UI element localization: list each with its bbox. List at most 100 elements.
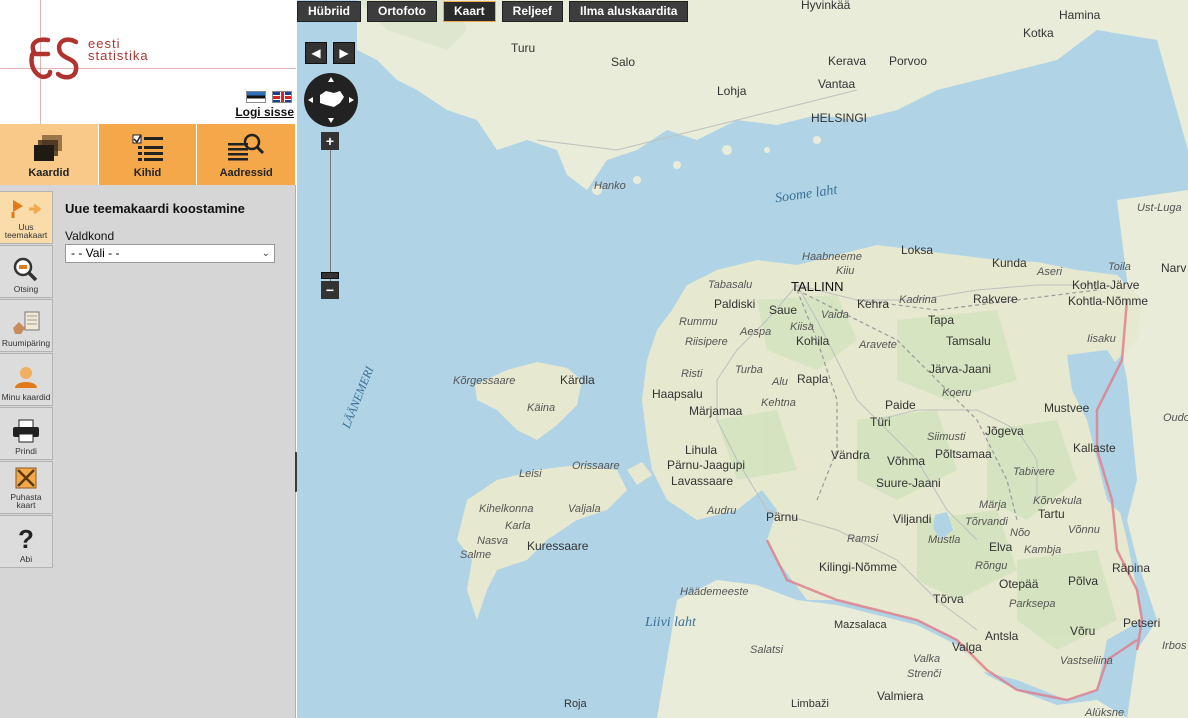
zoom-slider-thumb[interactable]: [321, 272, 339, 279]
tool-label: Puhasta kaart: [10, 492, 42, 510]
tool-search[interactable]: Otsing: [0, 245, 53, 298]
user-maps-icon: [15, 367, 37, 388]
map-label: Räpina: [1112, 561, 1151, 575]
map-label: Tamsalu: [946, 334, 991, 348]
history-back-button[interactable]: ◀: [305, 42, 327, 64]
layer-button-map[interactable]: Kaart: [442, 1, 496, 22]
map-label: Turba: [735, 364, 763, 376]
map-label: Rummu: [679, 316, 718, 328]
map-label: Alūksne: [1085, 707, 1125, 718]
map-label: Elva: [989, 540, 1013, 554]
map-label: Saue: [769, 303, 798, 317]
layer-button-relief[interactable]: Reljeef: [501, 1, 564, 22]
map-label: Otepää: [999, 577, 1039, 591]
map-label: Tartu: [1038, 507, 1065, 521]
map-label: Valka: [913, 653, 941, 665]
map-label: Põlva: [1068, 574, 1099, 588]
tab-kaardid[interactable]: Kaardid: [0, 124, 99, 185]
tool-label: Abi: [19, 554, 33, 564]
tool-label: Prindi: [15, 446, 37, 456]
basemap-switcher: Hübriid Ortofoto Kaart Reljeef Ilma alus…: [297, 1, 689, 22]
map-label: Strenči: [907, 668, 942, 680]
pan-compass[interactable]: [304, 73, 358, 127]
clear-map-icon: [15, 467, 37, 489]
map-label: Salo: [611, 55, 636, 69]
valdkond-select[interactable]: - - Vali - - ⌄: [65, 244, 275, 263]
compass-icon: [308, 77, 354, 123]
layer-button-no-basemap[interactable]: Ilma aluskaardita: [569, 1, 689, 22]
map-label: Hanko: [594, 180, 626, 192]
map-label: Märjamaa: [689, 404, 743, 418]
logo-area: eesti statistika Logi sisse: [0, 0, 296, 124]
zoom-out-button[interactable]: −: [321, 281, 339, 299]
map-label: Parksepa: [1009, 598, 1056, 610]
map-label: Aravete: [859, 339, 897, 351]
tool-spatial-query[interactable]: Ruumipäring: [0, 299, 53, 352]
map-label: Leisi: [519, 468, 542, 480]
map-label: Järva-Jaani: [929, 362, 992, 376]
tool-clear-map[interactable]: Puhasta kaart: [0, 461, 53, 514]
map-label: Kohila: [796, 334, 830, 348]
map-label: Kilingi-Nõmme: [819, 560, 898, 574]
tab-label: Kaardid: [28, 167, 70, 179]
chevron-down-icon: ⌄: [261, 248, 270, 259]
map-label: Valjala: [568, 503, 601, 515]
map-label: Irbos: [1162, 640, 1187, 652]
tab-kihid[interactable]: Kihid: [98, 124, 198, 185]
tool-new-map[interactable]: Uus teemakaart: [0, 191, 53, 244]
valdkond-label: Valdkond: [65, 229, 115, 243]
map-label: Suure-Jaani: [876, 476, 941, 490]
layers-icon: [33, 135, 62, 161]
select-value: - - Vali - -: [71, 246, 120, 260]
map-label: Märja: [979, 499, 1007, 511]
language-flags: [246, 91, 292, 103]
map-label: Kõrgessaare: [453, 375, 516, 387]
map-label: Antsla: [985, 629, 1019, 643]
zoom-slider-track[interactable]: [330, 145, 331, 285]
map-label: Haapsalu: [652, 387, 703, 401]
map-label: Kärdla: [560, 373, 595, 387]
svg-text:?: ?: [18, 524, 34, 552]
tab-label: Aadressid: [219, 167, 273, 179]
layer-button-hybrid[interactable]: Hübriid: [297, 1, 361, 22]
tool-label: Ruumipäring: [1, 338, 51, 348]
map-label: Kehtna: [761, 397, 796, 409]
tool-label: Minu kaardid: [1, 392, 51, 402]
search-icon: [13, 257, 38, 282]
map-label: Orissaare: [572, 460, 620, 472]
zoom-in-button[interactable]: +: [321, 132, 339, 150]
map-label: Tõrva: [933, 592, 964, 606]
map-label: Häädemeeste: [680, 586, 749, 598]
tool-my-maps[interactable]: Minu kaardid: [0, 353, 53, 406]
map-label: Liivi laht: [645, 615, 696, 630]
login-link[interactable]: Logi sisse: [235, 105, 294, 119]
flag-uk-icon[interactable]: [272, 91, 292, 103]
map-label: Tabasalu: [708, 279, 753, 291]
map-label: Rõngu: [975, 560, 1008, 572]
map-label: Oudova: [1163, 412, 1188, 424]
map-label: Haabneeme: [802, 251, 862, 263]
sidebar: eesti statistika Logi sisse Kaardid Kihi…: [0, 0, 297, 718]
tab-aadressid[interactable]: Aadressid: [197, 124, 297, 185]
map-label: Kadrina: [899, 294, 937, 306]
map-label: Kotka: [1023, 26, 1054, 40]
map-label: Valga: [952, 640, 982, 654]
map-label: Koeru: [942, 387, 972, 399]
address-search-icon: [228, 133, 265, 161]
map-label: Kohtla-Nõmme: [1068, 294, 1149, 308]
main-tabs: Kaardid Kihid Aadressid: [0, 124, 297, 185]
layer-button-ortophoto[interactable]: Ortofoto: [367, 1, 437, 22]
spatial-query-icon: [13, 311, 40, 334]
flag-estonia-icon[interactable]: [246, 91, 266, 103]
map-view[interactable]: Hyvinkää Hamina Kotka Turu Salo Kerava P…: [297, 0, 1188, 718]
map-label: TALLINN: [791, 279, 844, 294]
tool-help[interactable]: ? Abi: [0, 515, 53, 568]
map-label: Risti: [681, 368, 703, 380]
map-label: Kerava: [828, 54, 867, 68]
history-forward-button[interactable]: ▶: [333, 42, 355, 64]
tool-print[interactable]: Prindi: [0, 407, 53, 460]
map-label: Nõo: [1010, 527, 1031, 539]
map-label: Kihelkonna: [479, 503, 534, 515]
map-label: Mustla: [928, 534, 961, 546]
map-label: Rapla: [797, 372, 829, 386]
